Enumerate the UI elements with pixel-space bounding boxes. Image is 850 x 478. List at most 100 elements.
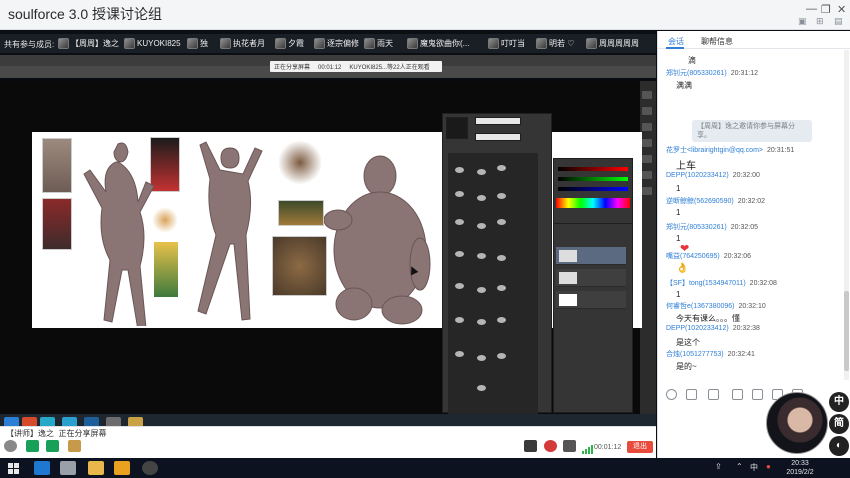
camera-icon[interactable] <box>544 440 557 452</box>
brush-tip[interactable] <box>477 287 486 293</box>
brush-tip[interactable] <box>455 251 464 257</box>
color-slider-b[interactable] <box>558 187 628 191</box>
brush-size-field[interactable] <box>475 117 521 125</box>
member-item[interactable]: 【周周】逸之 <box>58 37 119 50</box>
screen-share-icon[interactable] <box>26 440 39 452</box>
member-item[interactable]: 周周周周周 <box>586 37 639 50</box>
brush-tip[interactable] <box>497 285 506 291</box>
brush-tip[interactable] <box>497 193 506 199</box>
layer-row[interactable] <box>556 291 626 309</box>
brush-tip[interactable] <box>477 385 486 391</box>
app-icon[interactable] <box>60 461 76 475</box>
image-icon[interactable] <box>732 389 743 400</box>
member-item[interactable]: 明若 ♡ <box>536 37 574 50</box>
chat-sender[interactable]: DEPP(1020233412) 20:32:38 <box>666 325 760 332</box>
tab-chat[interactable]: 会话 <box>668 36 684 47</box>
chat-sender[interactable]: 合烛(1051277753) 20:32:41 <box>666 349 755 359</box>
member-item[interactable]: 夕霞 <box>275 37 304 50</box>
shared-screen[interactable]: 正在分享屏幕 00:01:12 KUYOKI825...等22人正在观看 <box>0 55 656 433</box>
tray-icon[interactable]: ⇪ <box>715 462 722 471</box>
presenter-status: 【讲师】逸之 正在分享屏幕 <box>6 429 107 438</box>
member-item[interactable]: KUYOKI825 <box>124 37 181 50</box>
app-icon[interactable] <box>142 461 158 475</box>
chat-scroll-thumb[interactable] <box>844 291 849 371</box>
ps-tool-icon[interactable] <box>642 123 652 131</box>
restore-icon[interactable]: ❐ <box>821 3 831 16</box>
chevron-up-icon[interactable]: ⌃ <box>736 462 743 471</box>
ime-badge[interactable]: ◐ <box>829 436 849 456</box>
ps-tool-icon[interactable] <box>642 171 652 179</box>
brush-tip[interactable] <box>477 195 486 201</box>
color-slider-g[interactable] <box>558 177 628 181</box>
chat-sender[interactable]: 花罗士<librairightgin@qq.com> 20:31:51 <box>666 145 794 155</box>
brush-tip[interactable] <box>477 253 486 259</box>
exit-share-button[interactable]: 退出 <box>627 441 653 453</box>
presenter-webcam[interactable] <box>766 392 828 454</box>
system-clock[interactable]: 20:33 2019/2/2 <box>780 459 820 477</box>
brush-hardness-field[interactable] <box>475 133 521 141</box>
chat-sender[interactable]: 郑钊元(805330261) 20:32:05 <box>666 222 758 232</box>
edge-icon[interactable] <box>34 461 50 475</box>
folder-icon[interactable] <box>752 389 763 400</box>
brush-tip[interactable] <box>497 219 506 225</box>
color-slider-r[interactable] <box>558 167 628 171</box>
add-member-icon[interactable]: ⊞ <box>816 16 824 27</box>
brush-tip[interactable] <box>477 223 486 229</box>
ps-tool-icon[interactable] <box>642 91 652 99</box>
brush-tip[interactable] <box>477 319 486 325</box>
member-item[interactable]: 独 <box>187 37 208 50</box>
pen-icon[interactable] <box>68 440 81 452</box>
tab-group-info[interactable]: 聊帮信息 <box>701 36 733 47</box>
brush-tip[interactable] <box>497 255 506 261</box>
speaker-icon[interactable] <box>563 440 576 452</box>
minimize-icon[interactable]: — <box>806 3 817 15</box>
member-item[interactable]: 雨天 <box>364 37 393 50</box>
chat-sender[interactable]: 何睿哲e(1367380096) 20:32:10 <box>666 301 766 311</box>
layer-row[interactable] <box>556 269 626 287</box>
chart-icon[interactable] <box>708 389 719 400</box>
member-item[interactable]: 魔鬼欲曲你(... <box>407 37 469 50</box>
brush-tip[interactable] <box>455 191 464 197</box>
brush-tip[interactable] <box>497 353 506 359</box>
brush-tip[interactable] <box>477 169 486 175</box>
color-spectrum[interactable] <box>556 198 630 208</box>
app-tray-icon[interactable]: ● <box>766 462 771 471</box>
brush-tip[interactable] <box>455 283 464 289</box>
folder-icon[interactable] <box>88 461 104 475</box>
ime-badge[interactable]: 中 <box>829 392 849 412</box>
scissors-icon[interactable] <box>686 389 697 400</box>
brush-tip[interactable] <box>497 165 506 171</box>
ps-tool-icon[interactable] <box>642 155 652 163</box>
layer-row[interactable] <box>556 247 626 265</box>
media-icon[interactable] <box>114 461 130 475</box>
emoji-icon[interactable] <box>666 389 677 400</box>
avatar <box>58 38 69 49</box>
close-icon[interactable]: ✕ <box>837 3 846 16</box>
chat-sender[interactable]: DEPP(1020233412) 20:32:00 <box>666 172 760 179</box>
chat-sender[interactable]: 郑钊元(805330261) 20:31:12 <box>666 68 758 78</box>
ps-tool-icon[interactable] <box>642 187 652 195</box>
ime-badge[interactable]: 简 <box>829 414 849 434</box>
screenshot-icon[interactable]: ▣ <box>798 16 807 27</box>
brush-tip[interactable] <box>455 317 464 323</box>
brush-tip[interactable] <box>477 355 486 361</box>
member-item[interactable]: 逐宗偏修 <box>314 37 359 50</box>
brush-tip[interactable] <box>455 219 464 225</box>
brush-tip[interactable] <box>497 317 506 323</box>
chat-sender[interactable]: 逆断鲸鲸(562690590) 20:32:02 <box>666 196 765 206</box>
member-item[interactable]: 叮叮当 <box>488 37 525 50</box>
chat-sender[interactable]: 嘴益(764250695) 20:32:06 <box>666 251 751 261</box>
settings-icon[interactable] <box>4 440 17 452</box>
brush-tip[interactable] <box>455 167 464 173</box>
chat-tabs: 会话 聊帮信息 <box>658 31 850 49</box>
whiteboard-icon[interactable] <box>46 440 59 452</box>
chat-sender[interactable]: 【SF】tong(1534947011) 20:32:08 <box>666 278 777 288</box>
brush-tip[interactable] <box>455 351 464 357</box>
more-icon[interactable]: ▤ <box>834 16 843 27</box>
record-icon[interactable] <box>524 440 537 452</box>
ps-tool-icon[interactable] <box>642 139 652 147</box>
member-item[interactable]: 执花者月 <box>220 37 265 50</box>
ps-tool-icon[interactable] <box>642 107 652 115</box>
windows-start-icon[interactable] <box>8 463 19 474</box>
ime-indicator[interactable]: 中 <box>750 462 758 473</box>
